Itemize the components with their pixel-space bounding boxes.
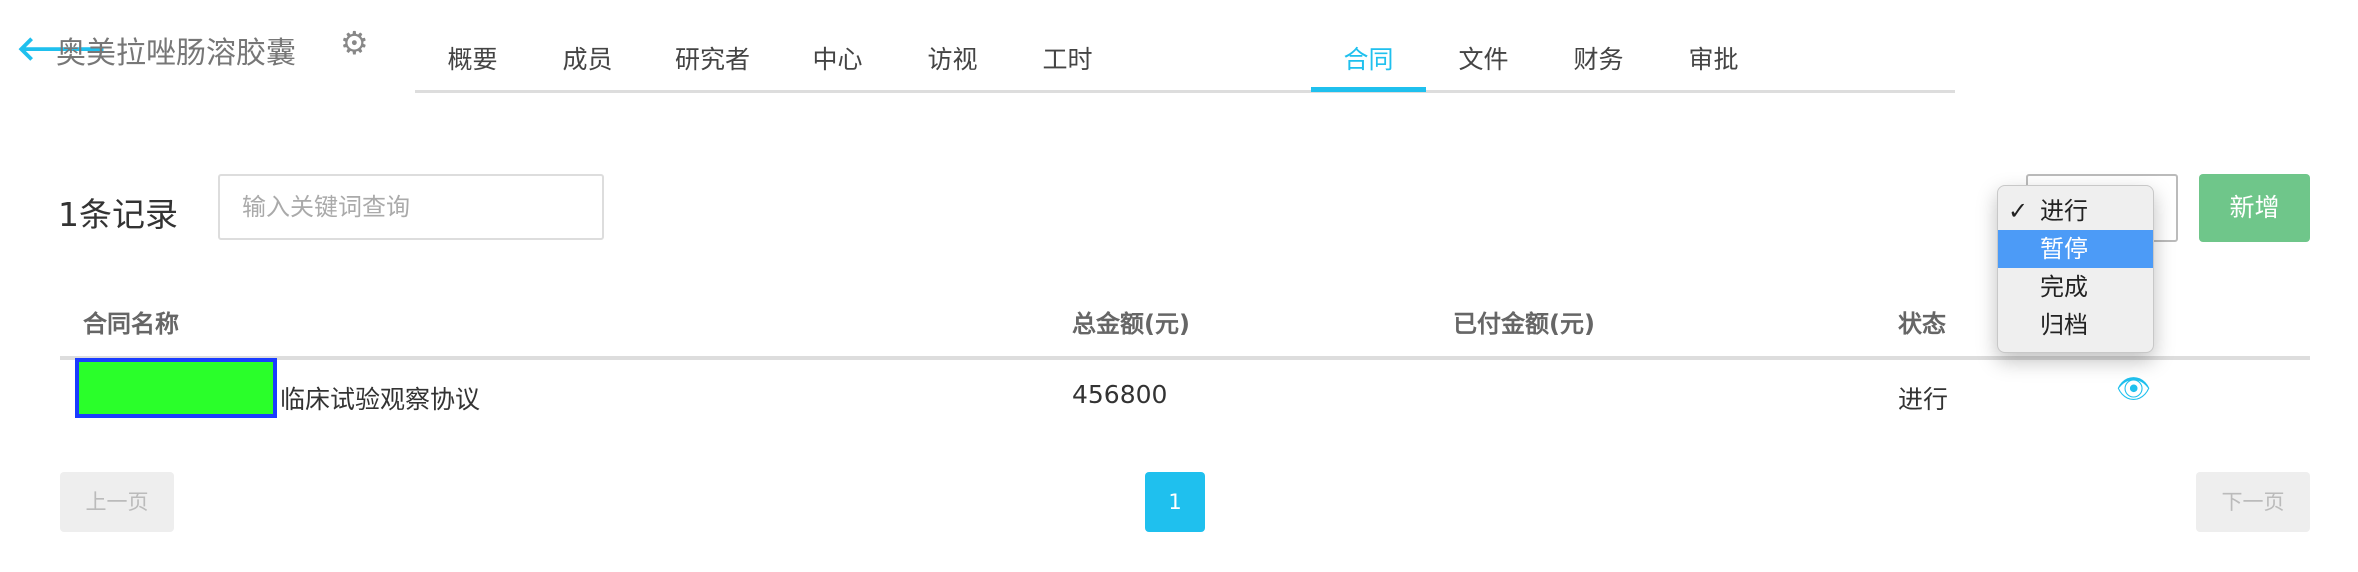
option-label: 进行 (2040, 197, 2088, 225)
header-total: 总金额(元) (1072, 310, 1190, 338)
header-contract-name: 合同名称 (83, 310, 179, 338)
status-dropdown-menu: ✓ 进行 暂停 完成 归档 (1997, 185, 2154, 353)
tab-members[interactable]: 成员 (530, 38, 645, 90)
tab-researchers[interactable]: 研究者 (645, 38, 780, 90)
option-paused[interactable]: 暂停 (1998, 230, 2153, 268)
prev-page-button[interactable]: 上一页 (60, 472, 174, 532)
header-status: 状态 (1898, 310, 1946, 338)
option-in-progress[interactable]: ✓ 进行 (1998, 192, 2153, 230)
option-archived[interactable]: 归档 (1998, 306, 2153, 344)
tab-approval[interactable]: 审批 (1656, 38, 1771, 90)
header-paid: 已付金额(元) (1453, 310, 1595, 338)
tab-finance[interactable]: 财务 (1541, 38, 1656, 90)
next-page-button[interactable]: 下一页 (2196, 472, 2310, 532)
tab-contracts[interactable]: 合同 (1311, 38, 1426, 92)
contract-name: 临床试验观察协议 (280, 385, 481, 414)
tab-overview[interactable]: 概要 (415, 38, 530, 90)
record-count: 1条记录 (58, 195, 178, 234)
contract-total: 456800 (1072, 380, 1168, 409)
option-completed[interactable]: 完成 (1998, 268, 2153, 306)
page-1-button[interactable]: 1 (1145, 472, 1205, 532)
contract-status: 进行 (1898, 385, 1949, 414)
header-divider (60, 356, 2310, 360)
checkmark-icon: ✓ (2008, 197, 2029, 225)
search-input[interactable] (218, 174, 604, 240)
redacted-block (75, 358, 277, 418)
tab-centers[interactable]: 中心 (780, 38, 895, 90)
tab-bar: 概要 成员 研究者 中心 访视 工时 合同 文件 财务 审批 (415, 38, 1955, 93)
eye-icon[interactable]: 👁 (2116, 372, 2152, 405)
add-button[interactable]: 新增 (2199, 174, 2310, 242)
tab-hours[interactable]: 工时 (1010, 38, 1125, 90)
page-title: 奥美拉唑肠溶胶囊 (56, 36, 296, 71)
tab-visits[interactable]: 访视 (895, 38, 1010, 90)
tab-files[interactable]: 文件 (1426, 38, 1541, 90)
gear-icon[interactable]: ⚙ (340, 24, 369, 62)
